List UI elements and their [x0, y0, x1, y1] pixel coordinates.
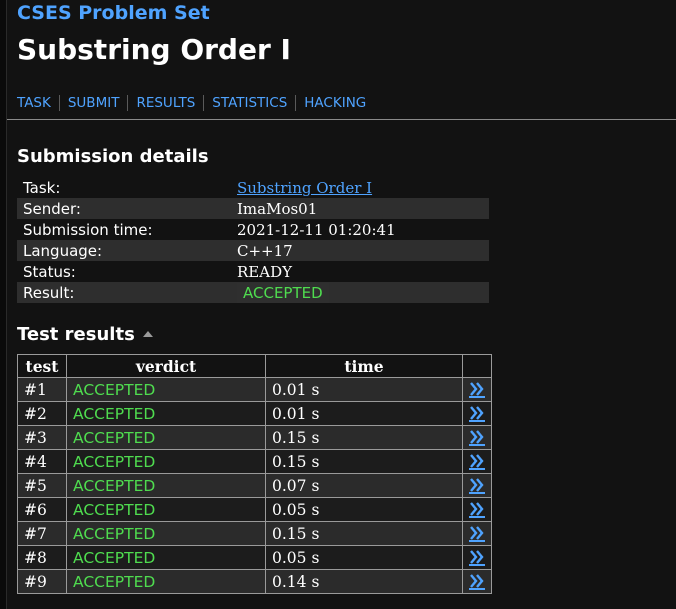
time: 0.01 s [265, 401, 463, 426]
verdict: ACCEPTED [66, 497, 266, 522]
details-label: Language: [17, 240, 231, 261]
verdict: ACCEPTED [66, 473, 266, 498]
test-id: #6 [17, 497, 67, 522]
verdict: ACCEPTED [66, 569, 266, 594]
test-id: #4 [17, 449, 67, 474]
time: 0.05 s [265, 545, 463, 570]
details-label: Result: [17, 282, 231, 303]
test-id: #2 [17, 401, 67, 426]
language-value: C++17 [231, 240, 489, 261]
nav-statistics[interactable]: STATISTICS [203, 95, 295, 111]
result-badge: ACCEPTED [237, 282, 329, 303]
table-row: #6 ACCEPTED 0.05 s [17, 497, 492, 522]
details-row-language: Language: C++17 [17, 240, 489, 261]
details-label: Submission time: [17, 219, 231, 240]
verdict: ACCEPTED [66, 425, 266, 450]
verdict: ACCEPTED [66, 449, 266, 474]
test-results-table: test verdict time #1 ACCEPTED 0.01 s #2 … [17, 354, 492, 594]
time: 0.15 s [265, 425, 463, 450]
details-row-sender: Sender: ImaMos01 [17, 198, 489, 219]
double-chevron-right-icon[interactable] [469, 574, 485, 590]
double-chevron-right-icon[interactable] [469, 526, 485, 542]
time: 0.05 s [265, 497, 463, 522]
details-row-time: Submission time: 2021-12-11 01:20:41 [17, 219, 489, 240]
nav-results[interactable]: RESULTS [127, 95, 203, 111]
test-results-title[interactable]: Test results [17, 324, 153, 345]
double-chevron-right-icon[interactable] [469, 406, 485, 422]
details-label: Sender: [17, 198, 231, 219]
nav-divider [7, 119, 676, 120]
table-header-row: test verdict time [17, 354, 492, 378]
details-label: Status: [17, 261, 231, 282]
double-chevron-right-icon[interactable] [469, 502, 485, 518]
test-id: #1 [17, 377, 67, 402]
submission-time-value: 2021-12-11 01:20:41 [231, 219, 489, 240]
site-title[interactable]: CSES Problem Set [17, 2, 210, 24]
table-row: #2 ACCEPTED 0.01 s [17, 401, 492, 426]
column-header-time: time [265, 354, 463, 378]
task-nav: TASK SUBMIT RESULTS STATISTICS HACKING [17, 94, 374, 112]
details-row-task: Task: Substring Order I [17, 177, 489, 198]
table-row: #3 ACCEPTED 0.15 s [17, 425, 492, 450]
column-header-test: test [17, 354, 67, 378]
time: 0.15 s [265, 449, 463, 474]
double-chevron-right-icon[interactable] [469, 478, 485, 494]
double-chevron-right-icon[interactable] [469, 550, 485, 566]
page-frame: CSES Problem Set Substring Order I TASK … [6, 0, 676, 609]
table-row: #9 ACCEPTED 0.14 s [17, 569, 492, 594]
status-value: READY [231, 261, 489, 282]
table-row: #5 ACCEPTED 0.07 s [17, 473, 492, 498]
verdict: ACCEPTED [66, 377, 266, 402]
nav-submit[interactable]: SUBMIT [58, 95, 128, 111]
submission-details-title: Submission details [17, 146, 209, 167]
table-row: #4 ACCEPTED 0.15 s [17, 449, 492, 474]
table-row: #8 ACCEPTED 0.05 s [17, 545, 492, 570]
time: 0.15 s [265, 521, 463, 546]
verdict: ACCEPTED [66, 401, 266, 426]
details-label: Task: [17, 177, 231, 198]
double-chevron-right-icon[interactable] [469, 430, 485, 446]
nav-hacking[interactable]: HACKING [295, 95, 374, 111]
test-id: #9 [17, 569, 67, 594]
time: 0.01 s [265, 377, 463, 402]
test-id: #7 [17, 521, 67, 546]
task-link[interactable]: Substring Order I [237, 179, 372, 197]
time: 0.14 s [265, 569, 463, 594]
sender-value: ImaMos01 [231, 198, 489, 219]
column-header-verdict: verdict [66, 354, 266, 378]
submission-details-table: Task: Substring Order I Sender: ImaMos01… [17, 177, 489, 303]
table-row: #1 ACCEPTED 0.01 s [17, 377, 492, 402]
double-chevron-right-icon[interactable] [469, 382, 485, 398]
verdict: ACCEPTED [66, 545, 266, 570]
test-id: #3 [17, 425, 67, 450]
column-header-link [462, 354, 492, 378]
test-id: #5 [17, 473, 67, 498]
time: 0.07 s [265, 473, 463, 498]
nav-task[interactable]: TASK [17, 95, 59, 111]
table-row: #7 ACCEPTED 0.15 s [17, 521, 492, 546]
page-title: Substring Order I [17, 33, 291, 66]
details-row-status: Status: READY [17, 261, 489, 282]
double-chevron-right-icon[interactable] [469, 454, 485, 470]
details-row-result: Result: ACCEPTED [17, 282, 489, 303]
collapse-arrow-icon[interactable] [142, 331, 153, 337]
verdict: ACCEPTED [66, 521, 266, 546]
test-id: #8 [17, 545, 67, 570]
test-results-label: Test results [17, 324, 135, 345]
